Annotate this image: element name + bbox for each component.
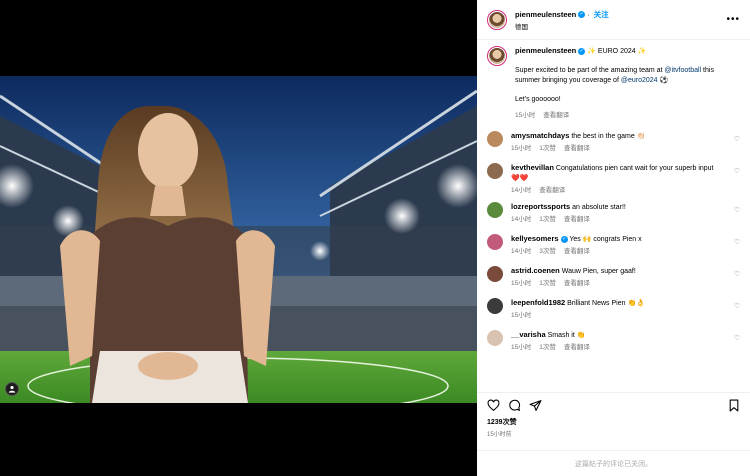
comment-item: lozreportssports an absolute star!! 14小时 1… <box>487 202 740 225</box>
mention-itvfootball[interactable]: @itvfootball <box>664 67 701 74</box>
comment-like-count[interactable]: 1次赞 <box>539 280 556 287</box>
commenter-username[interactable]: amysmatchdays <box>511 131 569 140</box>
share-icon[interactable] <box>529 399 542 412</box>
caption-text: Super excited to be part of the amazing … <box>515 67 714 84</box>
commenter-avatar[interactable] <box>487 298 503 314</box>
commenter-avatar[interactable] <box>487 163 503 179</box>
caption-line2: Let's goooooo! <box>515 96 561 103</box>
commenter-username[interactable]: astrid.coenen <box>511 266 560 275</box>
user-tag-icon[interactable] <box>5 382 19 396</box>
verified-badge-icon: ✓ <box>578 47 586 55</box>
post-caption: pienmeulensteen ✓ ✨ EURO 2024 ✨ Super exc… <box>487 46 740 121</box>
caption-time[interactable]: 15小时 <box>515 112 535 119</box>
comment-like-count[interactable]: 1次赞 <box>539 344 556 351</box>
comment-icon[interactable] <box>508 399 521 412</box>
comments-list[interactable]: pienmeulensteen ✓ ✨ EURO 2024 ✨ Super exc… <box>477 40 750 390</box>
comments-closed-notice: 这篇帖子的评论已关闭。 <box>477 450 750 476</box>
comment-text: an absolute star!! <box>572 204 626 211</box>
stadium-presenter-image <box>0 76 477 403</box>
comment-heart-icon[interactable]: ♡ <box>734 334 740 342</box>
comment-like-count[interactable]: 1次赞 <box>539 145 556 152</box>
separator-dot: · <box>587 11 590 19</box>
caption-username[interactable]: pienmeulensteen <box>515 46 576 55</box>
comment-item: amysmatchdays the best in the game 👏🏻 15小… <box>487 131 740 154</box>
comment-text: the best in the game 👏🏻 <box>571 133 646 140</box>
commenter-username[interactable]: lozreportssports <box>511 202 570 211</box>
comment-item: astrid.coenen Wauw Pien, super gaaf! 15小时… <box>487 266 740 289</box>
more-options-icon[interactable]: ••• <box>726 14 740 25</box>
comment-time[interactable]: 15小时 <box>511 344 531 351</box>
comment-heart-icon[interactable]: ♡ <box>734 135 740 143</box>
comment-time[interactable]: 14小时 <box>511 187 531 194</box>
commenter-avatar[interactable] <box>487 266 503 282</box>
like-count[interactable]: 1239次赞 <box>487 417 740 427</box>
follow-button[interactable]: 关注 <box>594 10 609 19</box>
translate-link[interactable]: 查看翻译 <box>564 248 590 255</box>
commenter-avatar[interactable] <box>487 202 503 218</box>
translate-link[interactable]: 查看翻译 <box>564 344 590 351</box>
post-header: pienmeulensteen ✓ · 关注 德国 ••• <box>477 0 750 40</box>
post-location[interactable]: 德国 <box>515 21 609 31</box>
comment-text: Yes 🙌 congrats Pien x <box>569 236 642 243</box>
comment-item: __varisha Smash it 👏 15小时 1次赞 查看翻译 ♡ <box>487 330 740 353</box>
comment-heart-icon[interactable]: ♡ <box>734 206 740 214</box>
mention-euro2024[interactable]: @euro2024 <box>621 77 658 84</box>
verified-badge-icon: ✓ <box>560 235 568 243</box>
bookmark-icon[interactable] <box>728 399 740 412</box>
comment-time[interactable]: 15小时 <box>511 312 531 319</box>
translate-link[interactable]: 查看翻译 <box>564 280 590 287</box>
heart-icon[interactable] <box>487 398 500 412</box>
comment-item: kevthevillan Congatulations pien cant wa… <box>487 163 740 196</box>
verified-badge-icon: ✓ <box>578 11 586 19</box>
author-avatar[interactable] <box>487 9 507 30</box>
post-media-area <box>0 0 477 476</box>
comment-heart-icon[interactable]: ♡ <box>734 270 740 278</box>
post-timestamp[interactable]: 15小时前 <box>487 429 740 438</box>
comment-text: Wauw Pien, super gaaf! <box>561 268 636 275</box>
comment-time[interactable]: 14小时 <box>511 248 531 255</box>
post-side-panel: pienmeulensteen ✓ · 关注 德国 ••• pienmeulenste… <box>477 0 750 476</box>
commenter-username[interactable]: kevthevillan <box>511 163 554 172</box>
author-username[interactable]: pienmeulensteen <box>515 10 576 19</box>
comment-time[interactable]: 15小时 <box>511 280 531 287</box>
post-photo[interactable] <box>0 76 477 403</box>
commenter-username[interactable]: kellyesomers <box>511 234 559 243</box>
comment-text: Brilliant News Pien 👏👌 <box>567 300 645 307</box>
comment-heart-icon[interactable]: ♡ <box>734 302 740 310</box>
comment-text: Smash it 👏 <box>547 332 586 339</box>
comment-time[interactable]: 15小时 <box>511 145 531 152</box>
comment-time[interactable]: 14小时 <box>511 216 531 223</box>
translate-link[interactable]: 查看翻译 <box>564 216 590 223</box>
caption-headline: ✨ EURO 2024 ✨ <box>587 48 647 55</box>
translate-link[interactable]: 查看翻译 <box>539 187 565 194</box>
comment-item: kellyesomers ✓ Yes 🙌 congrats Pien x 14小时 3… <box>487 234 740 257</box>
commenter-avatar[interactable] <box>487 330 503 346</box>
translate-link[interactable]: 查看翻译 <box>564 145 590 152</box>
comment-like-count[interactable]: 1次赞 <box>539 216 556 223</box>
instagram-post-modal: pienmeulensteen ✓ · 关注 德国 ••• pienmeulenste… <box>0 0 750 476</box>
commenter-username[interactable]: __varisha <box>511 330 546 339</box>
commenter-username[interactable]: leepenfold1982 <box>511 298 565 307</box>
comment-heart-icon[interactable]: ♡ <box>734 238 740 246</box>
comment-like-count[interactable]: 3次赞 <box>539 248 556 255</box>
comment-item: leepenfold1982 Brilliant News Pien 👏👌 15小… <box>487 298 740 321</box>
commenter-avatar[interactable] <box>487 234 503 250</box>
commenter-avatar[interactable] <box>487 131 503 147</box>
comment-heart-icon[interactable]: ♡ <box>734 167 740 175</box>
caption-avatar[interactable] <box>487 46 507 66</box>
post-actions: 1239次赞 15小时前 <box>477 392 750 438</box>
translate-link[interactable]: 查看翻译 <box>543 112 569 119</box>
